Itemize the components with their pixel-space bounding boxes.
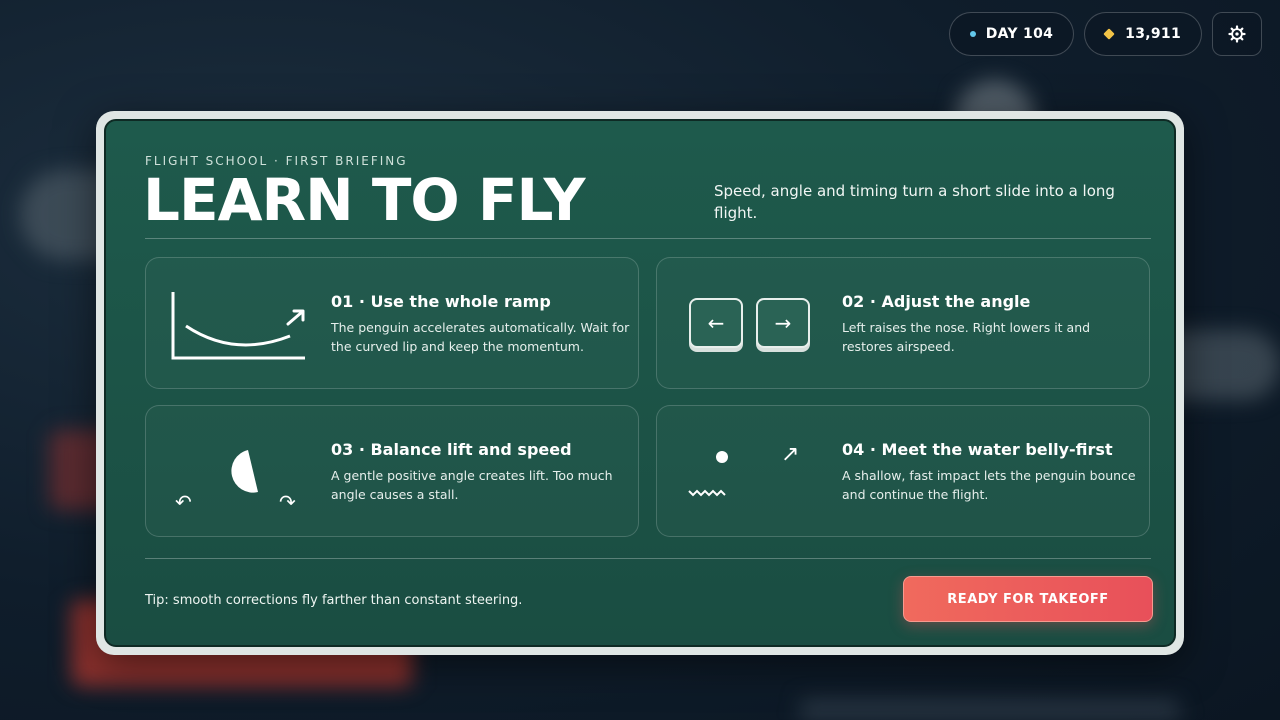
step-title: 01 · Use the whole ramp <box>331 292 551 311</box>
water-bounce-icon <box>688 451 728 497</box>
ramp-icon <box>171 292 305 360</box>
right-arrow-key: → <box>756 298 810 348</box>
step-title: 03 · Balance lift and speed <box>331 440 572 459</box>
step-description: A gentle positive angle creates lift. To… <box>331 468 613 502</box>
background-bar <box>800 700 1180 720</box>
coin-counter: 13,911 <box>1084 12 1202 56</box>
divider <box>145 238 1151 239</box>
step-description: A shallow, fast impact lets the penguin … <box>842 468 1136 502</box>
step-card-angle: ← → 02 · Adjust the angle Left raises th… <box>656 257 1150 389</box>
day-label: DAY 104 <box>985 26 1054 42</box>
briefing-dialog: FLIGHT SCHOOL · FIRST BRIEFING LEARN TO … <box>96 111 1184 655</box>
briefing-intro: Speed, angle and timing turn a short sli… <box>714 182 1115 222</box>
step-description: The penguin accelerates automatically. W… <box>331 320 630 354</box>
rotate-right-icon: ↷ <box>279 490 296 514</box>
step-description: Left raises the nose. Right lowers it an… <box>842 320 1091 354</box>
bounce-arrow-icon: ↗ <box>781 442 800 467</box>
left-arrow-key: ← <box>689 298 743 348</box>
step-card-lift: ↶ ↷ 03 · Balance lift and speed A gentle… <box>145 405 639 537</box>
coin-count: 13,911 <box>1125 26 1181 42</box>
gear-icon <box>1228 25 1246 43</box>
hud: DAY 104 13,911 <box>948 12 1262 56</box>
step-card-water: ↗ 04 · Meet the water belly-first A shal… <box>656 405 1150 537</box>
briefing-title: LEARN TO FLY <box>143 166 585 234</box>
day-dot-icon <box>969 31 976 37</box>
day-counter: DAY 104 <box>948 12 1075 56</box>
briefing-panel: FLIGHT SCHOOL · FIRST BRIEFING LEARN TO … <box>104 119 1176 647</box>
tip-text: Tip: smooth corrections fly farther than… <box>145 593 523 608</box>
step-card-ramp: 01 · Use the whole ramp The penguin acce… <box>145 257 639 389</box>
settings-button[interactable] <box>1212 12 1262 56</box>
left-arrow-icon: ← <box>707 311 725 335</box>
coin-icon <box>1103 28 1115 40</box>
right-arrow-icon: → <box>774 311 792 335</box>
step-title: 04 · Meet the water belly-first <box>842 440 1113 459</box>
divider <box>145 558 1151 559</box>
rotate-left-icon: ↶ <box>175 490 192 514</box>
ready-for-takeoff-button[interactable]: READY FOR TAKEOFF <box>903 576 1153 622</box>
step-title: 02 · Adjust the angle <box>842 292 1031 311</box>
